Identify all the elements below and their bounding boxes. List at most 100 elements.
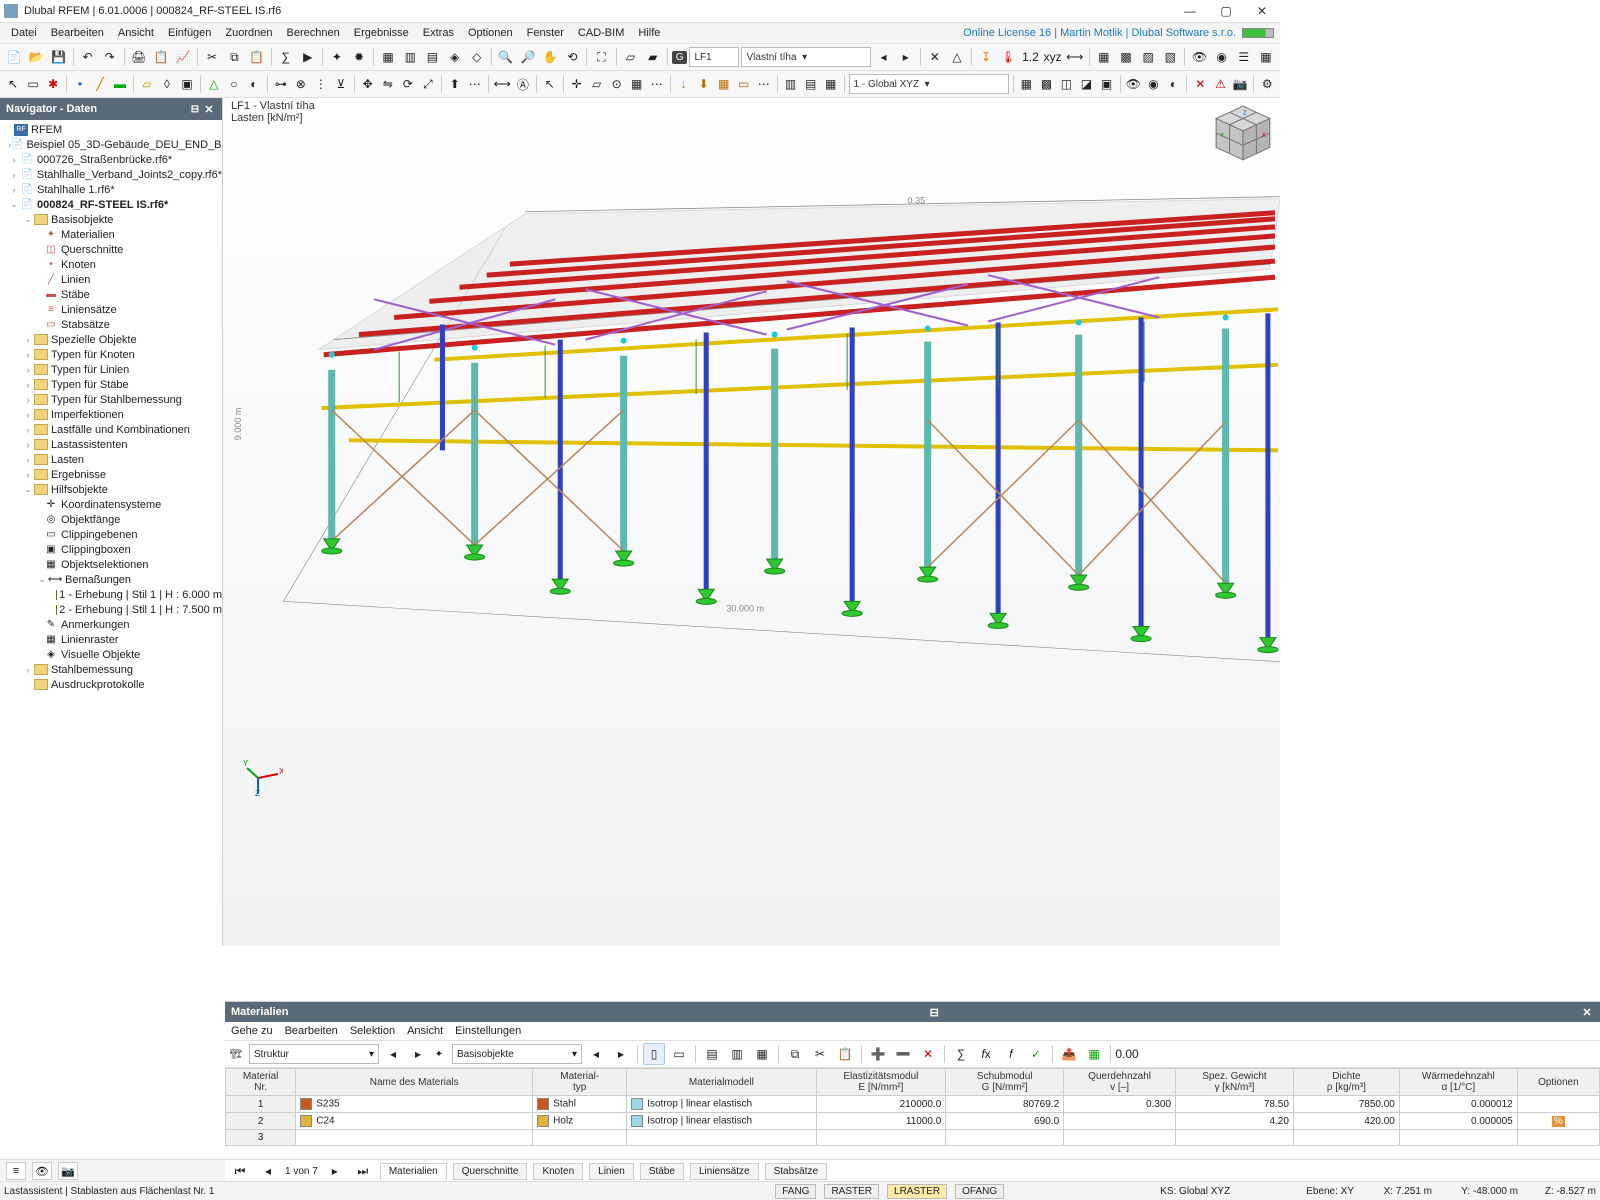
- support-symbol-icon[interactable]: △: [947, 46, 967, 68]
- units-icon[interactable]: 0.00: [1116, 1043, 1138, 1065]
- hinge-tool-icon[interactable]: ○: [225, 73, 243, 95]
- check-icon[interactable]: ✓: [1025, 1043, 1047, 1065]
- menu-hilfe[interactable]: Hilfe: [631, 25, 667, 41]
- row-del-icon[interactable]: ▥: [726, 1043, 748, 1065]
- menu-berechnen[interactable]: Berechnen: [280, 25, 347, 41]
- save-icon[interactable]: 💾: [48, 46, 68, 68]
- load-misc-icon[interactable]: ⋯: [755, 73, 773, 95]
- render-3-icon[interactable]: ▨: [1138, 46, 1158, 68]
- array-icon[interactable]: ⋯: [466, 73, 484, 95]
- select-icon[interactable]: ↖: [4, 73, 22, 95]
- clip-box-icon[interactable]: ▣: [1097, 73, 1115, 95]
- results-3-icon[interactable]: ▦: [822, 73, 840, 95]
- menu-fenster[interactable]: Fenster: [520, 25, 571, 41]
- status-fang[interactable]: FANG: [775, 1184, 816, 1199]
- tree-item[interactable]: Querschnitte: [61, 244, 123, 256]
- settings-icon[interactable]: ⚙: [1258, 73, 1276, 95]
- pager-tab-linien[interactable]: Linien: [589, 1163, 634, 1180]
- load-line-icon[interactable]: ⬇: [695, 73, 713, 95]
- prev-lf-icon[interactable]: ◂: [873, 46, 893, 68]
- node-numbers-icon[interactable]: xyz: [1043, 46, 1063, 68]
- support-tool-icon[interactable]: △: [205, 73, 223, 95]
- blast-icon[interactable]: ✹: [349, 46, 369, 68]
- release-tool-icon[interactable]: ◐: [245, 73, 263, 95]
- member-numbers-icon[interactable]: 1.2: [1020, 46, 1040, 68]
- tree-basisobjekte[interactable]: Basisobjekte: [51, 214, 113, 226]
- coord-system-selector[interactable]: 1 - Global XYZ ▾: [849, 74, 1009, 94]
- rotate-icon[interactable]: ⟲: [562, 46, 582, 68]
- report-icon[interactable]: 📋: [151, 46, 171, 68]
- materials-table[interactable]: Material Nr. Name des Materials Material…: [225, 1068, 1600, 1159]
- danger-icon[interactable]: ⚠: [1211, 73, 1229, 95]
- navigator-display-tab-icon[interactable]: 👁: [32, 1162, 52, 1180]
- minimize-button[interactable]: —: [1172, 0, 1208, 22]
- tree-item[interactable]: Clippingebenen: [61, 529, 137, 541]
- calc-icon[interactable]: ∑: [276, 46, 296, 68]
- fwd2-icon[interactable]: ▸: [610, 1043, 632, 1065]
- menu-einfuegen[interactable]: Einfügen: [161, 25, 218, 41]
- fx-icon[interactable]: fx: [975, 1043, 997, 1065]
- graph-icon[interactable]: 📈: [173, 46, 193, 68]
- support-off-icon[interactable]: ✕: [925, 46, 945, 68]
- next-lf-icon[interactable]: ▸: [896, 46, 916, 68]
- bmenu-ansicht[interactable]: Ansicht: [407, 1025, 443, 1037]
- tree-item[interactable]: Linien: [61, 274, 90, 286]
- move-icon[interactable]: ✥: [359, 73, 377, 95]
- tree-category[interactable]: Lasten: [51, 454, 84, 466]
- view-xz-icon[interactable]: ▥: [400, 46, 420, 68]
- script-icon[interactable]: 𝑓: [1000, 1043, 1022, 1065]
- tree-item[interactable]: Objektfänge: [61, 514, 120, 526]
- print-icon[interactable]: 🖨: [129, 46, 149, 68]
- rotate-tool-icon[interactable]: ⟳: [399, 73, 417, 95]
- tree-category[interactable]: Typen für Knoten: [51, 349, 135, 361]
- tree-bemass-1[interactable]: 2 - Erhebung | Stil 1 | H : 7.500 m: [59, 604, 222, 616]
- tree-file-2[interactable]: Stahlhalle_Verband_Joints2_copy.rf6*: [37, 169, 222, 181]
- zoom-icon[interactable]: 🔍: [496, 46, 516, 68]
- tree-category[interactable]: Imperfektionen: [51, 409, 124, 421]
- pin-bottom-icon[interactable]: ⊟: [927, 1006, 941, 1019]
- connect-icon[interactable]: ⊶: [272, 73, 290, 95]
- surface-tool-icon[interactable]: ▱: [138, 73, 156, 95]
- fwd-icon[interactable]: ▸: [407, 1043, 429, 1065]
- pager-tab-querschnitte[interactable]: Querschnitte: [453, 1163, 528, 1180]
- tree-category[interactable]: Typen für Stäbe: [51, 379, 129, 391]
- clear-icon[interactable]: ✕: [917, 1043, 939, 1065]
- new-icon[interactable]: 📄: [4, 46, 24, 68]
- view-yz-icon[interactable]: ▤: [422, 46, 442, 68]
- zoom-window-icon[interactable]: 🔎: [518, 46, 538, 68]
- member-tool-icon[interactable]: ▬: [111, 73, 129, 95]
- camera-icon[interactable]: 📷: [1231, 73, 1249, 95]
- table-row[interactable]: 3: [226, 1130, 1600, 1146]
- annot-tool-icon[interactable]: Ⓐ: [514, 73, 532, 95]
- cursor-icon[interactable]: ↖: [541, 73, 559, 95]
- back-icon[interactable]: ◂: [382, 1043, 404, 1065]
- navigator-tree[interactable]: RFRFEM ›📄Beispiel 05_3D-Gebäude_DEU_END_…: [0, 120, 222, 946]
- line-tool-icon[interactable]: ╱: [91, 73, 109, 95]
- compass-icon[interactable]: ✦: [327, 46, 347, 68]
- intersect-icon[interactable]: ⊗: [292, 73, 310, 95]
- bmenu-einstellungen[interactable]: Einstellungen: [455, 1025, 521, 1037]
- copy-icon[interactable]: ⧉: [224, 46, 244, 68]
- table-row[interactable]: 1 S235 Stahl Isotrop | linear elastisch …: [226, 1096, 1600, 1113]
- visibility-2-icon[interactable]: ◉: [1212, 46, 1232, 68]
- tree-item[interactable]: Koordinatensysteme: [61, 499, 161, 511]
- select-rect-icon[interactable]: ▭: [24, 73, 42, 95]
- tree-category[interactable]: Spezielle Objekte: [51, 334, 137, 346]
- maximize-button[interactable]: ▢: [1208, 0, 1244, 22]
- delete-icon[interactable]: ✕: [1191, 73, 1209, 95]
- cut-row-icon[interactable]: ✂: [809, 1043, 831, 1065]
- paste-icon[interactable]: 📋: [246, 46, 266, 68]
- pager-tab-stabsaetze[interactable]: Stabsätze: [765, 1163, 827, 1180]
- tree-category[interactable]: Lastfälle und Kombinationen: [51, 424, 190, 436]
- visibility-1-icon[interactable]: 👁: [1189, 46, 1209, 68]
- tree-item[interactable]: Knoten: [61, 259, 96, 271]
- tree-category[interactable]: Lastassistenten: [51, 439, 127, 451]
- tree-file-0[interactable]: Beispiel 05_3D-Gebäude_DEU_END_Bemessung…: [26, 139, 222, 151]
- structure-selector[interactable]: Struktur▾: [249, 1044, 379, 1064]
- tree-file-1[interactable]: 000726_Straßenbrücke.rf6*: [37, 154, 172, 166]
- pager-tab-liniensaetze[interactable]: Liniensätze: [690, 1163, 759, 1180]
- status-ofang[interactable]: OFANG: [955, 1184, 1004, 1199]
- dim-toggle-icon[interactable]: ⟷: [1065, 46, 1085, 68]
- node-tool-icon[interactable]: •: [71, 73, 89, 95]
- table-icon[interactable]: ▦: [751, 1043, 773, 1065]
